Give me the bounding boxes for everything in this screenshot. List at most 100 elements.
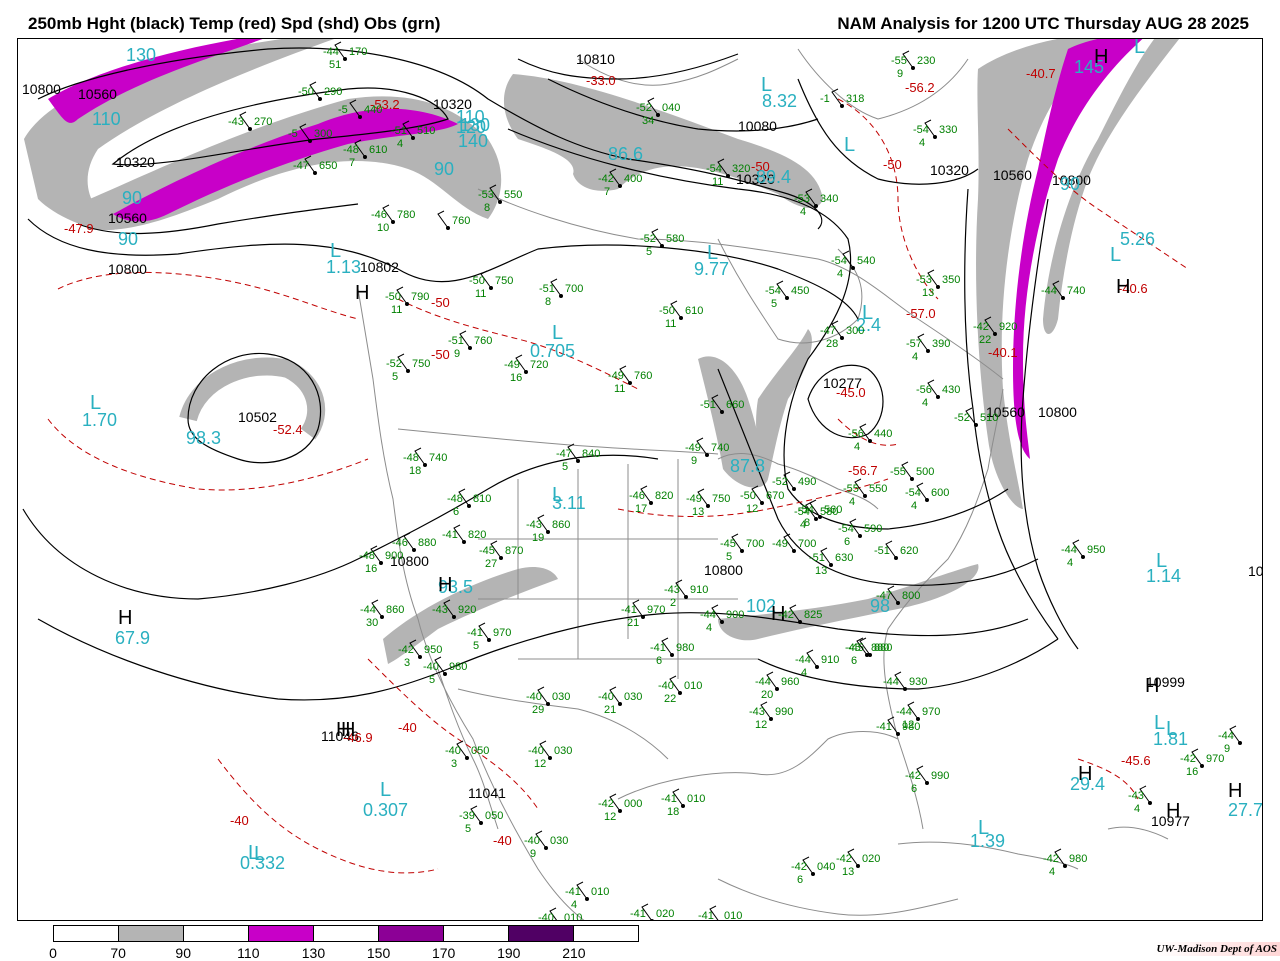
obs-dewpoint: 20 (761, 689, 773, 701)
credit-text: UW-Madison Dept of AOS (1153, 942, 1280, 956)
obs-height: 740 (1067, 285, 1085, 297)
obs-height: 700 (798, 538, 816, 550)
obs-temp: -41 (630, 908, 646, 920)
obs-dewpoint: 5 (465, 823, 471, 835)
temp-label: -52.4 (273, 422, 303, 437)
obs-temp: -1 (820, 93, 830, 105)
obs-height: 900 (726, 609, 744, 621)
obs-temp: -54 (798, 504, 814, 516)
low-pressure-label: L (552, 484, 563, 506)
speed-label: 87.8 (730, 456, 765, 476)
obs-dewpoint: 2 (670, 597, 676, 609)
obs-height: 670 (766, 490, 784, 502)
obs-dewpoint: 6 (453, 506, 459, 518)
obs-dewpoint: 6 (797, 874, 803, 886)
obs-temp: -52 (386, 358, 402, 370)
obs-temp: -44 (1218, 730, 1234, 742)
obs-dewpoint: 4 (571, 899, 577, 911)
obs-temp: -42 (1180, 753, 1196, 765)
obs-dewpoint: 7 (349, 157, 355, 169)
obs-height: 900 (385, 550, 403, 562)
obs-temp: -53 (478, 189, 494, 201)
obs-height: 970 (1206, 753, 1224, 765)
obs-dewpoint: 8 (804, 517, 810, 529)
colorbar-tick-label: 0 (49, 945, 57, 961)
obs-temp: -5 (338, 104, 348, 116)
height-10320-ne: 10320 (930, 162, 969, 178)
obs-dewpoint: 29 (532, 704, 544, 716)
obs-height: 610 (369, 144, 387, 156)
obs-height: 790 (411, 291, 429, 303)
obs-height: 440 (364, 104, 382, 116)
high-pressure-label: H (336, 719, 350, 741)
obs-height: 980 (676, 642, 694, 654)
obs-temp: -51 (809, 552, 825, 564)
obs-dewpoint: 19 (532, 532, 544, 544)
high-pressure-label: H (355, 282, 369, 304)
obs-height: 840 (582, 448, 600, 460)
obs-height: 950 (424, 644, 442, 656)
low-pressure-label: L (380, 779, 391, 801)
obs-temp: -51 (700, 399, 716, 411)
temp-label: -40 (398, 720, 417, 735)
obs-dewpoint: 4 (911, 500, 917, 512)
obs-temp: -43 (432, 604, 448, 616)
obs-temp: -47 (556, 448, 572, 460)
colorbar-tick-label: 70 (110, 945, 126, 961)
obs-dewpoint: 6 (851, 655, 857, 667)
speed-colorbar-ticks: 0 70 90 110 130 150 170 190 210 (49, 945, 639, 961)
obs-temp: -48 (403, 452, 419, 464)
temp-label: -47.9 (64, 221, 94, 236)
obs-height: 510 (417, 125, 435, 137)
obs-height: 760 (452, 215, 470, 227)
obs-dewpoint: 3 (404, 657, 410, 669)
obs-temp: -49 (504, 359, 520, 371)
high-pressure-label: H (118, 607, 132, 629)
obs-temp: -41 (661, 793, 677, 805)
greenland-coast (797, 48, 969, 120)
colorbar-tick-label: 190 (497, 945, 521, 961)
obs-temp: -43 (749, 706, 765, 718)
obs-dewpoint: 12 (746, 503, 758, 515)
low-pressure-label: L (862, 302, 873, 324)
speed-label: 5.26 (1120, 229, 1155, 249)
obs-height: 980 (902, 721, 920, 733)
obs-temp: -46 (371, 209, 387, 221)
obs-temp: -42 (398, 644, 414, 656)
colorbar-cell (509, 926, 574, 941)
obs-height: 920 (999, 321, 1017, 333)
obs-dewpoint: 13 (692, 506, 704, 518)
obs-temp: -53 (794, 193, 810, 205)
height-10800-ohio: 10800 (704, 562, 743, 578)
obs-height: 430 (942, 384, 960, 396)
obs-temp: -49 (686, 493, 702, 505)
obs-height: 860 (552, 519, 570, 531)
speed-label: 90 (122, 188, 142, 208)
central-america (717, 878, 959, 916)
temp-label: -45.0 (836, 385, 866, 400)
speed-label: 0.307 (363, 800, 408, 820)
obs-height: 750 (412, 358, 430, 370)
obs-dewpoint: 9 (897, 68, 903, 80)
obs-height: 800 (902, 590, 920, 602)
obs-height: 660 (726, 399, 744, 411)
obs-height: 720 (530, 359, 548, 371)
obs-temp: -42 (1043, 853, 1059, 865)
obs-height: 230 (917, 55, 935, 67)
obs-height: 590 (864, 523, 882, 535)
low-pressure-label: L (90, 392, 101, 414)
colorbar-tick-label: 170 (431, 945, 456, 961)
obs-height: 970 (922, 706, 940, 718)
obs-temp: -42 (598, 798, 614, 810)
obs-height: 740 (711, 442, 729, 454)
obs-height: 970 (493, 627, 511, 639)
obs-dewpoint: 4 (919, 137, 925, 149)
obs-dewpoint: 4 (706, 622, 712, 634)
obs-temp: -54 (831, 255, 847, 267)
obs-height: 010 (564, 912, 582, 921)
colorbar-cell (444, 926, 509, 941)
obs-temp: -48 (359, 550, 375, 562)
obs-temp: -49 (608, 370, 624, 382)
obs-dewpoint: 12 (534, 758, 546, 770)
obs-height: 750 (495, 275, 513, 287)
